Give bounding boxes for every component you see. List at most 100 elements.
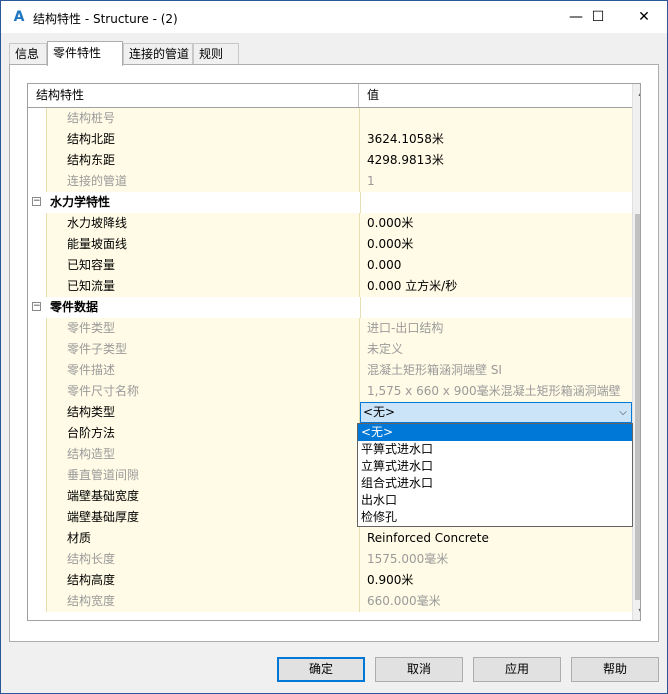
property-name: 能量坡面线 xyxy=(46,234,360,255)
window-title: 结构特性 - Structure - (2) xyxy=(33,12,178,26)
property-name: 结构宽度 xyxy=(46,591,360,612)
property-row[interactable]: 能量坡面线 0.000米 xyxy=(28,234,632,255)
row-gutter xyxy=(28,444,46,465)
tab-rules[interactable]: 规则 xyxy=(193,43,239,65)
property-row[interactable]: 结构宽度 660.000毫米 xyxy=(28,591,632,612)
cancel-button[interactable]: 取消 xyxy=(375,657,463,682)
property-value[interactable]: 0.000 立方米/秒 xyxy=(360,276,632,297)
property-value[interactable]: 0.000米 xyxy=(360,213,632,234)
property-value[interactable]: Reinforced Concrete xyxy=(360,528,632,549)
scroll-up-icon[interactable]: ▲ xyxy=(633,84,640,101)
property-row[interactable]: 结构长度 1575.000毫米 xyxy=(28,549,632,570)
grid-header: 结构特性 值 xyxy=(28,84,632,108)
dropdown-option[interactable]: 平箅式进水口 xyxy=(358,441,632,458)
property-value[interactable]: 0.000米 xyxy=(360,234,632,255)
property-name: 零件子类型 xyxy=(46,339,360,360)
tab-part-properties[interactable]: 零件特性 xyxy=(47,41,123,66)
property-value[interactable]: 0.000 xyxy=(360,255,632,276)
property-name: 结构造型 xyxy=(46,444,360,465)
property-row[interactable]: 零件尺寸名称 1,575 x 660 x 900毫米混凝土矩形箱涵洞端壁 xyxy=(28,381,632,402)
category-label: 零件数据 xyxy=(46,297,360,318)
row-gutter xyxy=(28,591,46,612)
collapse-icon[interactable]: − xyxy=(32,197,41,206)
property-row[interactable]: 零件子类型 未定义 xyxy=(28,339,632,360)
row-gutter xyxy=(28,339,46,360)
tab-connected-pipes[interactable]: 连接的管道 xyxy=(123,43,193,65)
property-value xyxy=(360,297,632,318)
property-row[interactable]: 结构北距 3624.1058米 xyxy=(28,129,632,150)
property-name: 零件尺寸名称 xyxy=(46,381,360,402)
row-gutter xyxy=(28,381,46,402)
chevron-down-icon[interactable]: ⌵ xyxy=(615,403,631,422)
row-gutter xyxy=(28,318,46,339)
header-value[interactable]: 值 xyxy=(360,84,631,107)
row-gutter xyxy=(28,528,46,549)
property-value: 1575.000毫米 xyxy=(360,549,632,570)
row-gutter xyxy=(28,276,46,297)
property-row[interactable]: 结构东距 4298.9813米 xyxy=(28,150,632,171)
app-logo-icon: A xyxy=(13,9,25,25)
ok-button[interactable]: 确定 xyxy=(277,657,365,682)
property-row[interactable]: 已知容量 0.000 xyxy=(28,255,632,276)
collapse-icon[interactable]: − xyxy=(32,302,41,311)
property-name: 结构北距 xyxy=(46,129,360,150)
dropdown-option[interactable]: 组合式进水口 xyxy=(358,475,632,492)
property-name: 零件描述 xyxy=(46,360,360,381)
maximize-button[interactable]: ☐ xyxy=(575,1,621,33)
property-name: 结构长度 xyxy=(46,549,360,570)
property-row[interactable]: 零件类型 进口-出口结构 xyxy=(28,318,632,339)
property-row[interactable]: 结构桩号 xyxy=(28,108,632,129)
property-row[interactable]: 连接的管道 1 xyxy=(28,171,632,192)
property-row[interactable]: 结构类型 <无> ⌵ xyxy=(28,402,632,423)
row-gutter xyxy=(28,549,46,570)
property-value[interactable]: 3624.1058米 xyxy=(360,129,632,150)
property-row[interactable]: 已知流量 0.000 立方米/秒 xyxy=(28,276,632,297)
vertical-scrollbar[interactable]: ▲ ▼ xyxy=(632,84,640,620)
structure-type-combo[interactable]: <无> ⌵ xyxy=(360,402,632,423)
dropdown-option[interactable]: 检修孔 xyxy=(358,509,632,526)
property-name: 结构东距 xyxy=(46,150,360,171)
dialog-window: A 结构特性 - Structure - (2) — ☐ ✕ 信息 零件特性 连… xyxy=(0,0,668,694)
property-name: 已知容量 xyxy=(46,255,360,276)
property-row[interactable]: 结构高度 0.900米 xyxy=(28,570,632,591)
row-gutter xyxy=(28,108,46,129)
property-name: 端壁基础宽度 xyxy=(46,486,360,507)
category-row[interactable]: − 零件数据 xyxy=(28,297,632,318)
property-name: 结构类型 xyxy=(46,402,360,423)
property-name: 连接的管道 xyxy=(46,171,360,192)
row-gutter xyxy=(28,171,46,192)
tab-panel: 结构特性 值 结构桩号 结构北距 3624.1058米 结构东距 4298.9813米连… xyxy=(9,64,659,642)
row-gutter xyxy=(28,465,46,486)
row-gutter xyxy=(28,150,46,171)
property-row[interactable]: 水力坡降线 0.000米 xyxy=(28,213,632,234)
row-gutter xyxy=(28,234,46,255)
close-button[interactable]: ✕ xyxy=(621,1,667,33)
property-row[interactable]: 零件描述 混凝土矩形箱涵洞端壁 SI xyxy=(28,360,632,381)
dropdown-option[interactable]: <无> xyxy=(358,424,632,441)
row-gutter xyxy=(28,129,46,150)
property-value xyxy=(360,108,632,129)
tab-info[interactable]: 信息 xyxy=(9,43,47,65)
property-value: 未定义 xyxy=(360,339,632,360)
property-value: 进口-出口结构 xyxy=(360,318,632,339)
property-value[interactable]: 4298.9813米 xyxy=(360,150,632,171)
structure-type-dropdown-list[interactable]: <无> 平箅式进水口 立箅式进水口 组合式进水口 出水口 检修孔 xyxy=(357,423,633,527)
dropdown-option[interactable]: 立箅式进水口 xyxy=(358,458,632,475)
property-name: 零件类型 xyxy=(46,318,360,339)
header-property[interactable]: 结构特性 xyxy=(28,84,359,107)
scroll-down-icon[interactable]: ▼ xyxy=(633,603,640,620)
property-value: 1 xyxy=(360,171,632,192)
property-row[interactable]: 材质 Reinforced Concrete xyxy=(28,528,632,549)
property-name: 结构桩号 xyxy=(46,108,360,129)
row-gutter xyxy=(28,360,46,381)
property-value: 1,575 x 660 x 900毫米混凝土矩形箱涵洞端壁 xyxy=(360,381,632,402)
title-bar: A 结构特性 - Structure - (2) — ☐ ✕ xyxy=(1,1,667,33)
category-row[interactable]: − 水力学特性 xyxy=(28,192,632,213)
help-button[interactable]: 帮助 xyxy=(571,657,659,682)
dropdown-option[interactable]: 出水口 xyxy=(358,492,632,509)
combo-value[interactable]: <无> xyxy=(361,403,631,422)
property-value[interactable]: 0.900米 xyxy=(360,570,632,591)
row-gutter xyxy=(28,402,46,423)
scroll-thumb[interactable] xyxy=(635,214,640,600)
apply-button[interactable]: 应用 xyxy=(473,657,561,682)
